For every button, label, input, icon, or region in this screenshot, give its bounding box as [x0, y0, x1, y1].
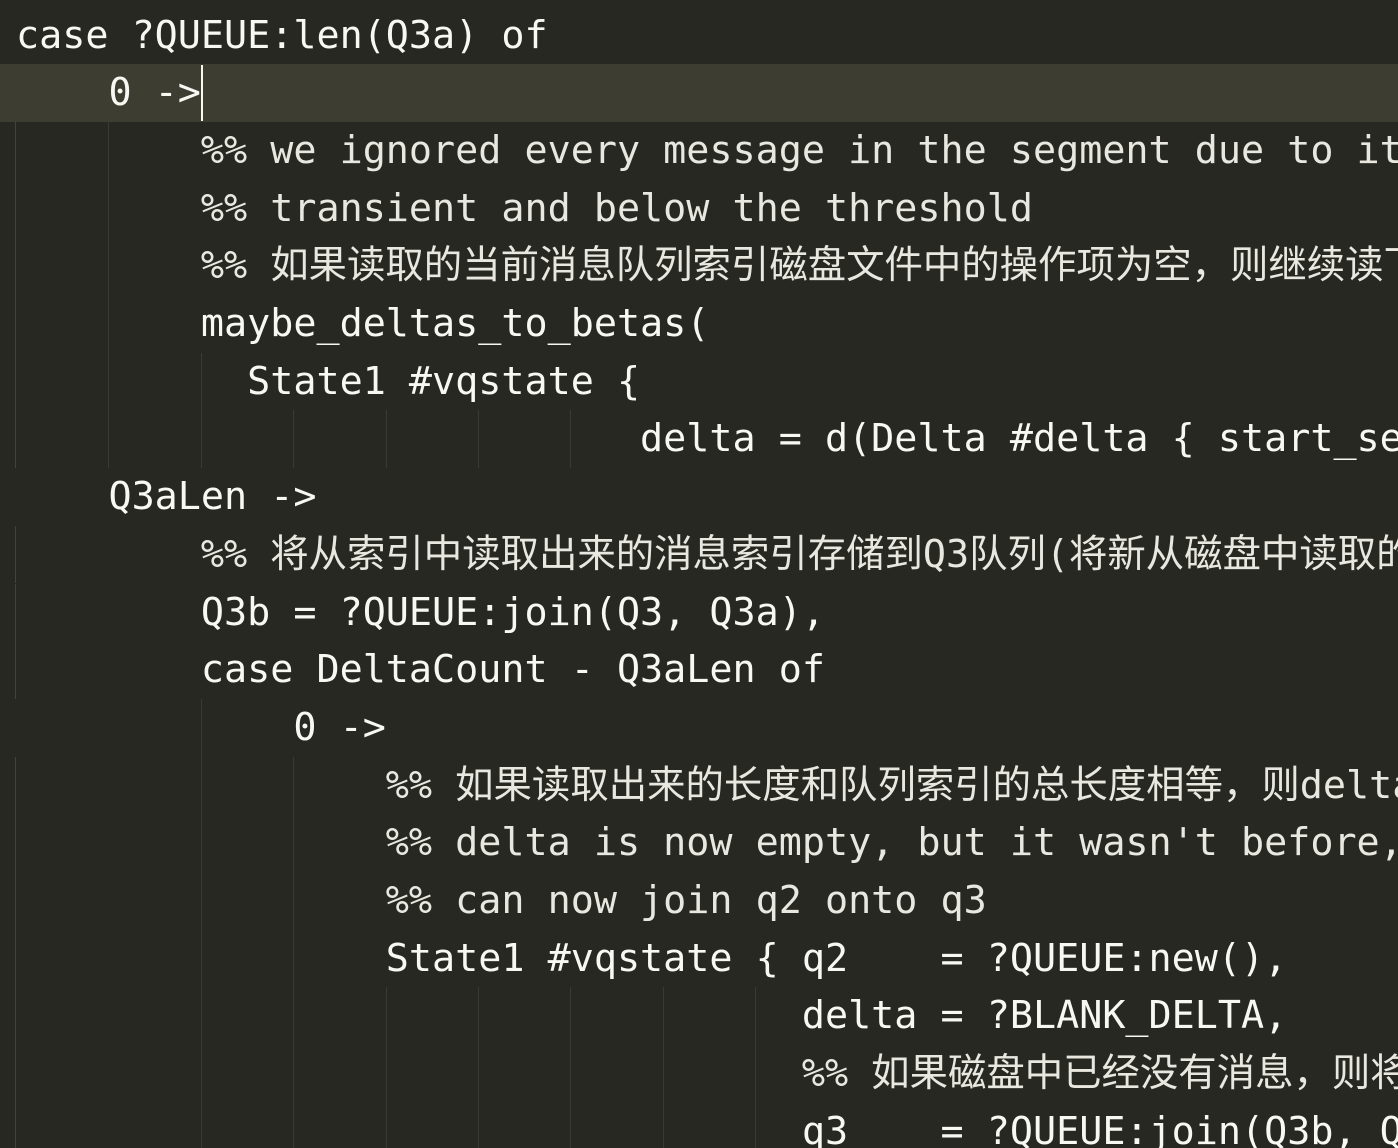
code-line-text: State1 #vqstate {: [16, 358, 641, 404]
code-line[interactable]: Q3b = ?QUEUE:join(Q3, Q3a),: [0, 584, 1398, 642]
code-line-text: case ?QUEUE:len(Q3a) of: [16, 12, 548, 58]
code-line-current[interactable]: 0 ->: [0, 64, 1398, 122]
indent-guide: [662, 987, 664, 1148]
indent-guide: [755, 987, 757, 1148]
code-line-text: case DeltaCount - Q3aLen of: [16, 647, 825, 693]
indent-guide: [200, 698, 202, 1148]
code-line[interactable]: %% can now join q2 onto q3: [0, 872, 1398, 930]
code-line[interactable]: delta = ?BLANK_DELTA,: [0, 987, 1398, 1045]
code-line-text: %% transient and below the threshold: [16, 185, 1033, 231]
indent-guide: [385, 410, 387, 469]
code-line-text: 0 ->: [16, 64, 203, 122]
code-line[interactable]: Q3aLen ->: [0, 468, 1398, 526]
code-line-text: %% 如果读取的当前消息队列索引磁盘文件中的操作项为空，则继续读下: [16, 243, 1398, 289]
code-line-text: q3 = ?QUEUE:join(Q3b, Q: [16, 1108, 1398, 1148]
code-line-text: Q3b = ?QUEUE:join(Q3, Q3a),: [16, 589, 825, 635]
code-line[interactable]: State1 #vqstate {: [0, 353, 1398, 411]
code-line-text: 0 ->: [16, 70, 201, 116]
code-line[interactable]: q3 = ?QUEUE:join(Q3b, Q: [0, 1103, 1398, 1148]
indent-guide: [293, 756, 295, 1148]
indent-guide: [385, 987, 387, 1148]
code-line[interactable]: %% 如果读取出来的长度和队列索引的总长度相等，则delta: [0, 757, 1398, 815]
code-line[interactable]: case DeltaCount - Q3aLen of: [0, 641, 1398, 699]
code-line[interactable]: %% delta is now empty, but it wasn't bef…: [0, 814, 1398, 872]
code-line[interactable]: maybe_deltas_to_betas(: [0, 295, 1398, 353]
code-line-text: maybe_deltas_to_betas(: [16, 301, 710, 346]
indent-guide: [200, 352, 202, 469]
indent-guide: [293, 410, 295, 469]
text-cursor: [200, 65, 203, 122]
code-line[interactable]: %% we ignored every message in the segme…: [0, 122, 1398, 180]
code-line[interactable]: 0 ->: [0, 699, 1398, 757]
code-line[interactable]: %% transient and below the threshold: [0, 180, 1398, 238]
code-line[interactable]: %% 如果磁盘中已经没有消息，则将: [0, 1045, 1398, 1103]
code-line-text: State1 #vqstate { q2 = ?QUEUE:new(),: [16, 935, 1288, 981]
code-line-text: %% delta is now empty, but it wasn't bef…: [16, 820, 1398, 866]
code-line[interactable]: %% 如果读取的当前消息队列索引磁盘文件中的操作项为空，则继续读下: [0, 237, 1398, 295]
indent-guide: [570, 410, 572, 469]
code-line-text: %% 如果读取出来的长度和队列索引的总长度相等，则delta: [16, 762, 1398, 808]
code-line-text: %% we ignored every message in the segme…: [16, 127, 1398, 173]
code-line-text: delta = ?BLANK_DELTA,: [16, 993, 1288, 1039]
code-line-text: delta = d(Delta #delta { start_se: [16, 416, 1398, 462]
indent-guide: [108, 121, 110, 469]
code-line-text: %% 如果磁盘中已经没有消息，则将: [16, 1051, 1398, 1097]
indent-guide: [570, 987, 572, 1148]
code-line-text: %% 将从索引中读取出来的消息索引存储到Q3队列(将新从磁盘中读取的: [16, 531, 1398, 577]
code-line[interactable]: case ?QUEUE:len(Q3a) of: [0, 7, 1398, 65]
code-line-text: Q3aLen ->: [16, 474, 317, 520]
code-line-text: %% can now join q2 onto q3: [16, 878, 987, 923]
code-line[interactable]: %% 将从索引中读取出来的消息索引存储到Q3队列(将新从磁盘中读取的: [0, 526, 1398, 584]
code-editor[interactable]: case ?QUEUE:len(Q3a) of 0 -> %% we ignor…: [0, 0, 1398, 1148]
code-line[interactable]: delta = d(Delta #delta { start_se: [0, 410, 1398, 468]
code-line[interactable]: State1 #vqstate { q2 = ?QUEUE:new(),: [0, 930, 1398, 988]
indent-guide: [478, 987, 479, 1148]
indent-guide: [478, 410, 479, 469]
